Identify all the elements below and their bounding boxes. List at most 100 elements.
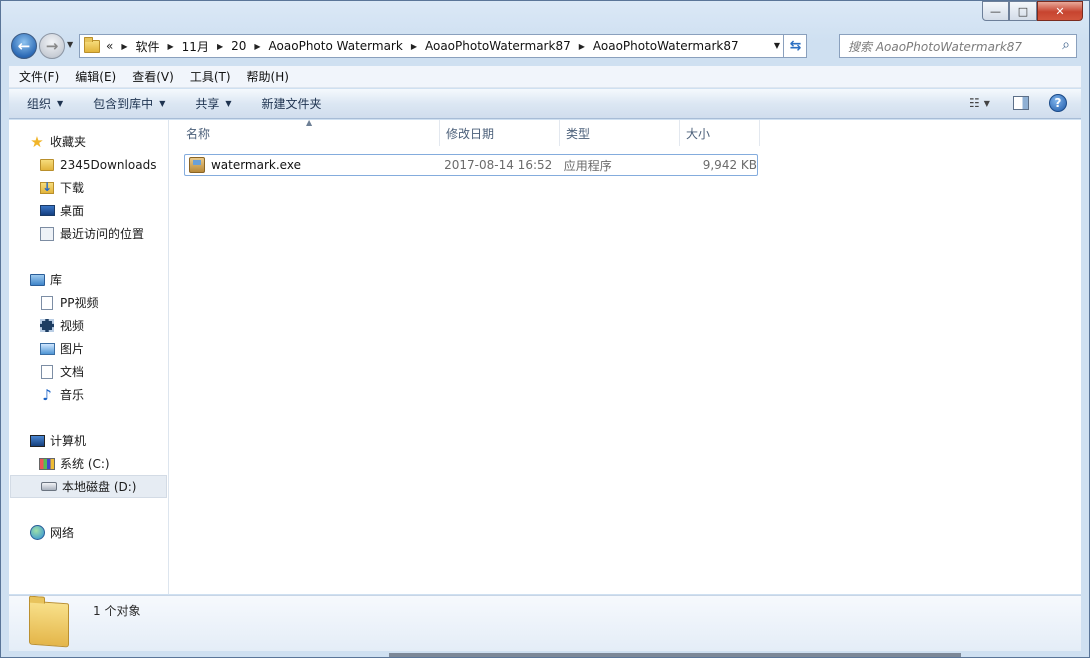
caption-buttons: — □ ✕ [982, 1, 1083, 21]
address-dropdown[interactable]: ▼ [774, 41, 780, 50]
search-icon[interactable]: ⌕ [1062, 37, 1070, 53]
file-name: watermark.exe [210, 158, 301, 172]
breadcrumb-item[interactable]: AoaoPhotoWatermark87 [593, 39, 739, 53]
sidebar-item-label: 文档 [60, 365, 85, 379]
share-label: 共享 [195, 97, 220, 111]
back-button[interactable]: ← [11, 33, 37, 59]
share-button[interactable]: 共享 ▼ [195, 95, 231, 112]
help-icon[interactable]: ? [1049, 94, 1067, 112]
breadcrumb-item[interactable]: AoaoPhotoWatermark87 [425, 39, 571, 53]
sidebar-item-recent-places[interactable]: 最近访问的位置 [9, 222, 168, 245]
close-button[interactable]: ✕ [1037, 1, 1083, 21]
menu-tools[interactable]: 工具(T) [190, 68, 231, 85]
organize-button[interactable]: 组织 ▼ [27, 95, 63, 112]
sidebar-item-label: 2345Downloads [60, 157, 157, 172]
breadcrumb-item[interactable]: AoaoPhoto Watermark [269, 39, 403, 53]
new-folder-button[interactable]: 新建文件夹 [262, 95, 322, 112]
picture-icon [39, 341, 55, 357]
breadcrumb-separator[interactable]: ▶ [168, 42, 174, 51]
change-view-button[interactable]: ☷ ▼ [969, 96, 993, 110]
sidebar-item-drive-d[interactable]: 本地磁盘 (D:) [10, 475, 167, 498]
address-bar[interactable]: « ▶ 软件 ▶ 11月 ▶ 20 ▶ AoaoPhoto Watermark … [79, 34, 807, 58]
sidebar-item-label: 系统 (C:) [60, 457, 110, 471]
file-date: 2017-08-14 16:52 [444, 158, 553, 172]
table-row[interactable]: watermark.exe 2017-08-14 16:52 应用程序 9,94… [184, 154, 758, 176]
content-area: ★ 收藏夹 2345Downloads 下载 桌面 最近访问的位置 [9, 118, 1081, 594]
maximize-button[interactable]: □ [1009, 1, 1037, 21]
sidebar-item-music[interactable]: ♪ 音乐 [9, 383, 168, 406]
chevron-down-icon: ▼ [225, 99, 232, 108]
include-library-button[interactable]: 包含到库中 ▼ [93, 95, 165, 112]
sidebar-item-pictures[interactable]: 图片 [9, 337, 168, 360]
preview-pane-icon[interactable] [1013, 96, 1029, 110]
breadcrumb-separator[interactable]: ▶ [254, 42, 260, 51]
column-header-name[interactable]: 名称 ▲ [180, 118, 440, 146]
view-list-icon: ☷ [969, 96, 980, 110]
include-library-label: 包含到库中 [93, 97, 154, 111]
menu-bar: 文件(F) 编辑(E) 查看(V) 工具(T) 帮助(H) [9, 66, 1081, 88]
sidebar-item-label: 收藏夹 [50, 135, 87, 149]
network-icon [29, 525, 45, 541]
refresh-icon[interactable]: ⇆ [783, 34, 807, 58]
breadcrumb-item[interactable]: 20 [231, 39, 246, 53]
library-icon [29, 272, 45, 288]
explorer-window: — □ ✕ ← → ▼ « ▶ 软件 ▶ 11月 ▶ 20 ▶ AoaoPhot… [0, 0, 1090, 658]
breadcrumb-separator[interactable]: ▶ [411, 42, 417, 51]
sidebar-item-2345downloads[interactable]: 2345Downloads [9, 153, 168, 176]
sidebar-item-downloads[interactable]: 下载 [9, 176, 168, 199]
recent-pages-dropdown[interactable]: ▼ [67, 40, 73, 49]
menu-view[interactable]: 查看(V) [132, 68, 174, 85]
item-count: 1 个对象 [93, 604, 141, 618]
file-type: 应用程序 [563, 158, 612, 173]
breadcrumb-item[interactable]: 软件 [136, 38, 160, 55]
breadcrumb-separator[interactable]: ▶ [579, 42, 585, 51]
computer-icon [29, 433, 45, 449]
breadcrumb-item[interactable]: 11月 [182, 38, 209, 55]
breadcrumb-overflow[interactable]: « [106, 39, 113, 53]
column-header-label: 名称 [186, 126, 211, 141]
column-header-label: 大小 [686, 126, 711, 141]
sidebar-item-documents[interactable]: 文档 [9, 360, 168, 383]
sidebar-item-pp-video[interactable]: PP视频 [9, 291, 168, 314]
folder-icon [29, 600, 69, 648]
sidebar-item-libraries[interactable]: 库 [9, 268, 168, 291]
application-icon [189, 157, 205, 173]
command-bar: 组织 ▼ 包含到库中 ▼ 共享 ▼ 新建文件夹 ☷ ▼ ? [9, 89, 1081, 119]
sidebar-item-label: 最近访问的位置 [60, 227, 145, 241]
menu-edit[interactable]: 编辑(E) [75, 68, 116, 85]
breadcrumb-separator[interactable]: ▶ [121, 42, 127, 51]
minimize-button[interactable]: — [982, 1, 1009, 21]
drive-icon [41, 479, 57, 495]
taskbar-edge [389, 653, 961, 657]
sidebar-item-label: 桌面 [60, 204, 85, 218]
menu-help[interactable]: 帮助(H) [247, 68, 289, 85]
column-header-date[interactable]: 修改日期 [440, 120, 560, 146]
breadcrumb-separator[interactable]: ▶ [217, 42, 223, 51]
forward-button[interactable]: → [39, 33, 65, 59]
sidebar-item-drive-c[interactable]: 系统 (C:) [9, 452, 168, 475]
file-list-pane: 名称 ▲ 修改日期 类型 大小 watermark.exe 2017-08-14… [170, 118, 1081, 594]
sidebar-item-network[interactable]: 网络 [9, 521, 168, 544]
search-input[interactable]: 搜索 AoaoPhotoWatermark87 ⌕ [839, 34, 1077, 58]
music-note-icon: ♪ [42, 385, 52, 404]
menu-file[interactable]: 文件(F) [19, 68, 59, 85]
column-header-type[interactable]: 类型 [560, 120, 680, 146]
organize-label: 组织 [27, 97, 52, 111]
sidebar-item-label: 图片 [60, 342, 85, 356]
sidebar-item-label: 计算机 [50, 434, 87, 448]
column-headers: 名称 ▲ 修改日期 类型 大小 [180, 118, 760, 146]
film-icon [39, 318, 55, 334]
sidebar-item-label: 音乐 [60, 388, 85, 402]
sidebar-item-videos[interactable]: 视频 [9, 314, 168, 337]
sidebar-item-desktop[interactable]: 桌面 [9, 199, 168, 222]
sidebar-item-label: 库 [50, 273, 63, 287]
navigation-pane: ★ 收藏夹 2345Downloads 下载 桌面 最近访问的位置 [9, 120, 169, 594]
sidebar-item-label: 本地磁盘 (D:) [62, 480, 137, 494]
sidebar-item-favorites[interactable]: ★ 收藏夹 [9, 130, 168, 153]
sidebar-item-computer[interactable]: 计算机 [9, 429, 168, 452]
sidebar-item-label: PP视频 [60, 296, 99, 310]
column-header-size[interactable]: 大小 [680, 120, 760, 146]
chevron-down-icon: ▼ [159, 99, 166, 108]
column-header-label: 类型 [566, 126, 591, 141]
desktop-icon [39, 203, 55, 219]
